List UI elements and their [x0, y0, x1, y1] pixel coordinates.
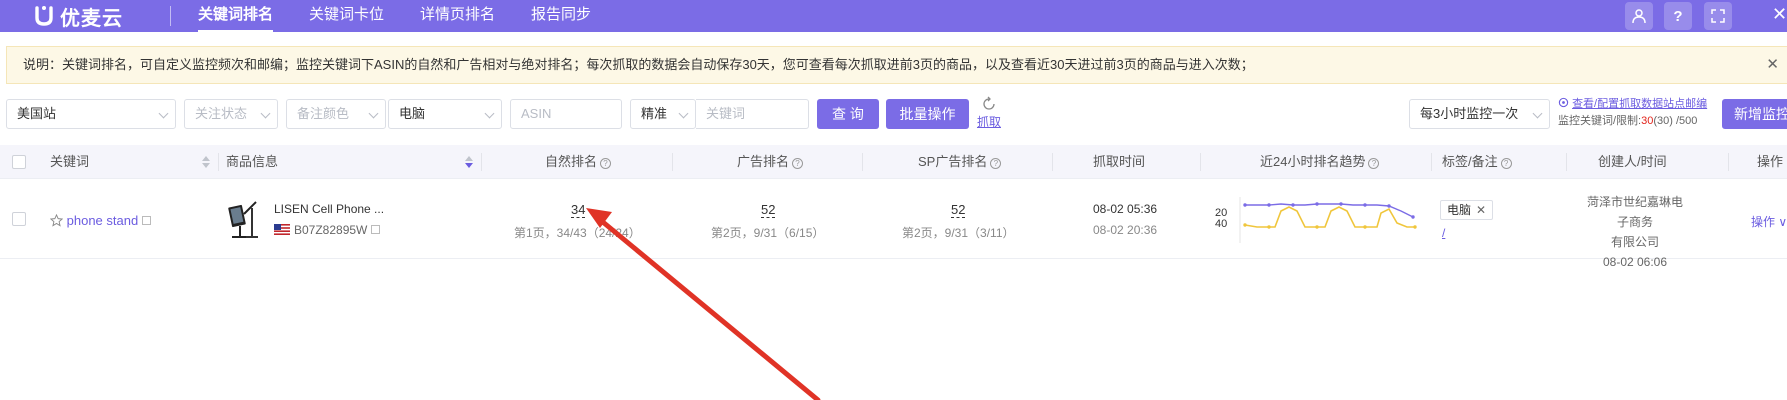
- annotation-arrow: [586, 208, 821, 400]
